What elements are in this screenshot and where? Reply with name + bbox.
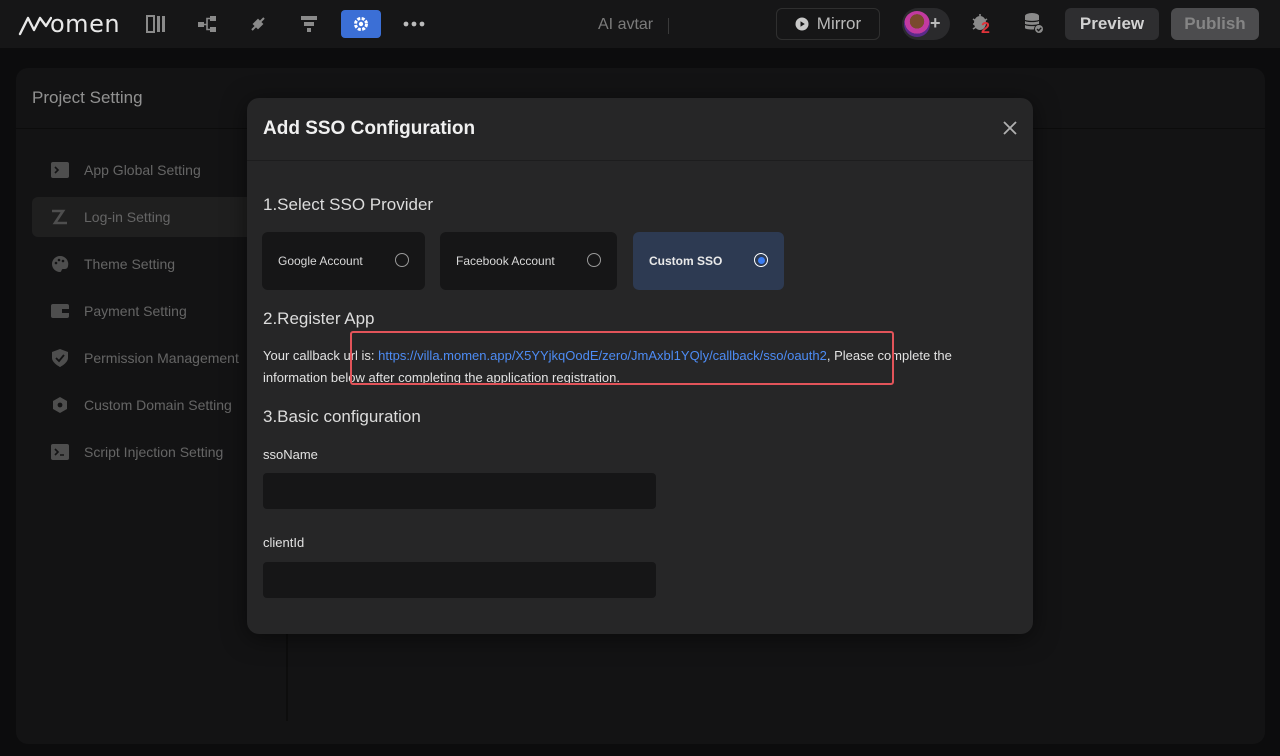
- database-icon[interactable]: [1022, 11, 1048, 37]
- provider-label: Custom SSO: [649, 254, 723, 268]
- modal-title: Add SSO Configuration: [263, 118, 476, 139]
- preview-button[interactable]: Preview: [1065, 8, 1159, 40]
- add-collaborator-icon[interactable]: +: [930, 13, 941, 34]
- flow-icon[interactable]: [194, 11, 220, 37]
- component-icon[interactable]: [296, 11, 322, 37]
- clientid-label: clientId: [263, 535, 305, 550]
- provider-label: Google Account: [278, 254, 363, 268]
- play-icon: [795, 17, 809, 31]
- logo-text: omen: [50, 10, 121, 38]
- provider-radio[interactable]: [587, 253, 601, 267]
- close-icon[interactable]: [1002, 120, 1020, 138]
- add-sso-modal: Add SSO Configuration 1.Select SSO Provi…: [247, 98, 1033, 634]
- logo-m-icon: [18, 16, 52, 36]
- settings-icon[interactable]: [341, 10, 381, 38]
- mirror-label: Mirror: [816, 14, 862, 33]
- clientid-field[interactable]: [263, 562, 656, 598]
- plugin-icon[interactable]: [245, 11, 271, 37]
- bug-count-badge: 2: [981, 20, 990, 37]
- layout-icon[interactable]: [143, 11, 169, 37]
- modal-divider: [247, 160, 1033, 161]
- more-icon[interactable]: [401, 11, 427, 37]
- title-divider: [668, 18, 669, 34]
- mirror-button[interactable]: Mirror: [776, 8, 880, 40]
- collaborators[interactable]: +: [902, 8, 950, 40]
- app-title: AI avtar: [598, 16, 654, 33]
- top-bar: omen AI avtar Mirror + 2 Preview Publish: [0, 0, 1280, 48]
- provider-label: Facebook Account: [456, 254, 555, 268]
- provider-custom-sso[interactable]: Custom SSO: [633, 232, 784, 290]
- provider-google[interactable]: Google Account: [262, 232, 425, 290]
- ssoname-field[interactable]: [263, 473, 656, 509]
- ssoname-label: ssoName: [263, 447, 318, 462]
- step1-heading: 1.Select SSO Provider: [263, 195, 434, 214]
- step3-heading: 3.Basic configuration: [263, 407, 421, 426]
- provider-radio-selected[interactable]: [754, 253, 768, 267]
- provider-radio[interactable]: [395, 253, 409, 267]
- publish-button[interactable]: Publish: [1171, 8, 1259, 40]
- avatar[interactable]: [904, 11, 930, 37]
- provider-facebook[interactable]: Facebook Account: [440, 232, 617, 290]
- step2-heading: 2.Register App: [263, 309, 375, 328]
- callback-url-highlight: [350, 331, 894, 385]
- momen-logo[interactable]: omen: [18, 9, 120, 39]
